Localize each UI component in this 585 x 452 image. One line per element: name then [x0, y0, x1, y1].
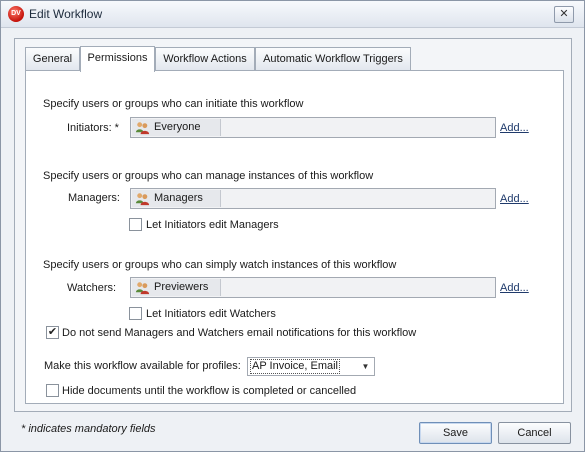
- profiles-label: Make this workflow available for profile…: [44, 360, 241, 372]
- initiators-description: Specify users or groups who can initiate…: [43, 98, 304, 110]
- window-title: Edit Workflow: [29, 7, 103, 21]
- mandatory-fields-note: * indicates mandatory fields: [21, 423, 156, 435]
- save-button[interactable]: Save: [419, 422, 492, 444]
- initiators-add-link[interactable]: Add...: [500, 122, 529, 134]
- watchers-label: Watchers:: [67, 282, 117, 294]
- watchers-picker[interactable]: Previewers: [130, 277, 496, 298]
- user-group-icon: [135, 282, 150, 295]
- initiators-chip[interactable]: Everyone: [132, 119, 221, 136]
- checkmark-icon: ✔: [47, 326, 58, 338]
- hide-documents-label: Hide documents until the workflow is com…: [62, 385, 357, 397]
- initiators-value: Everyone: [154, 121, 201, 133]
- chevron-down-icon[interactable]: ▼: [358, 359, 373, 374]
- initiators-picker[interactable]: Everyone: [130, 117, 496, 138]
- profiles-value: AP Invoice, Email: [250, 359, 341, 374]
- title-bar[interactable]: DV Edit Workflow ✕: [1, 1, 584, 28]
- close-button[interactable]: ✕: [554, 6, 574, 23]
- edit-workflow-window: DV Edit Workflow ✕ General Permissions W…: [0, 0, 585, 452]
- let-initiators-edit-managers-label: Let Initiators edit Managers: [146, 219, 279, 231]
- no-email-notifications-checkbox[interactable]: ✔: [46, 326, 59, 339]
- tab-workflow-actions[interactable]: Workflow Actions: [155, 47, 255, 70]
- close-icon: ✕: [559, 8, 569, 20]
- managers-description: Specify users or groups who can manage i…: [43, 170, 374, 182]
- let-initiators-edit-watchers-label: Let Initiators edit Watchers: [146, 308, 276, 320]
- managers-chip[interactable]: Managers: [132, 190, 221, 207]
- let-initiators-edit-watchers-checkbox[interactable]: [129, 307, 142, 320]
- cancel-button[interactable]: Cancel: [498, 422, 571, 444]
- watchers-value: Previewers: [154, 281, 209, 293]
- profiles-select[interactable]: AP Invoice, Email ▼: [247, 357, 375, 376]
- managers-label: Managers:: [68, 192, 120, 204]
- tab-permissions[interactable]: Permissions: [80, 46, 155, 72]
- tab-automatic-workflow-triggers[interactable]: Automatic Workflow Triggers: [255, 47, 411, 70]
- watchers-chip[interactable]: Previewers: [132, 279, 221, 296]
- initiators-label: Initiators: *: [67, 122, 119, 134]
- tab-general[interactable]: General: [25, 47, 80, 70]
- managers-value: Managers: [154, 192, 203, 204]
- user-group-icon: [135, 193, 150, 206]
- no-email-notifications-label: Do not send Managers and Watchers email …: [62, 327, 417, 339]
- watchers-description: Specify users or groups who can simply w…: [43, 259, 397, 271]
- watchers-add-link[interactable]: Add...: [500, 282, 529, 294]
- managers-add-link[interactable]: Add...: [500, 193, 529, 205]
- app-logo-icon: DV: [8, 6, 24, 22]
- let-initiators-edit-managers-checkbox[interactable]: [129, 218, 142, 231]
- user-group-icon: [135, 122, 150, 135]
- hide-documents-checkbox[interactable]: [46, 384, 59, 397]
- managers-picker[interactable]: Managers: [130, 188, 496, 209]
